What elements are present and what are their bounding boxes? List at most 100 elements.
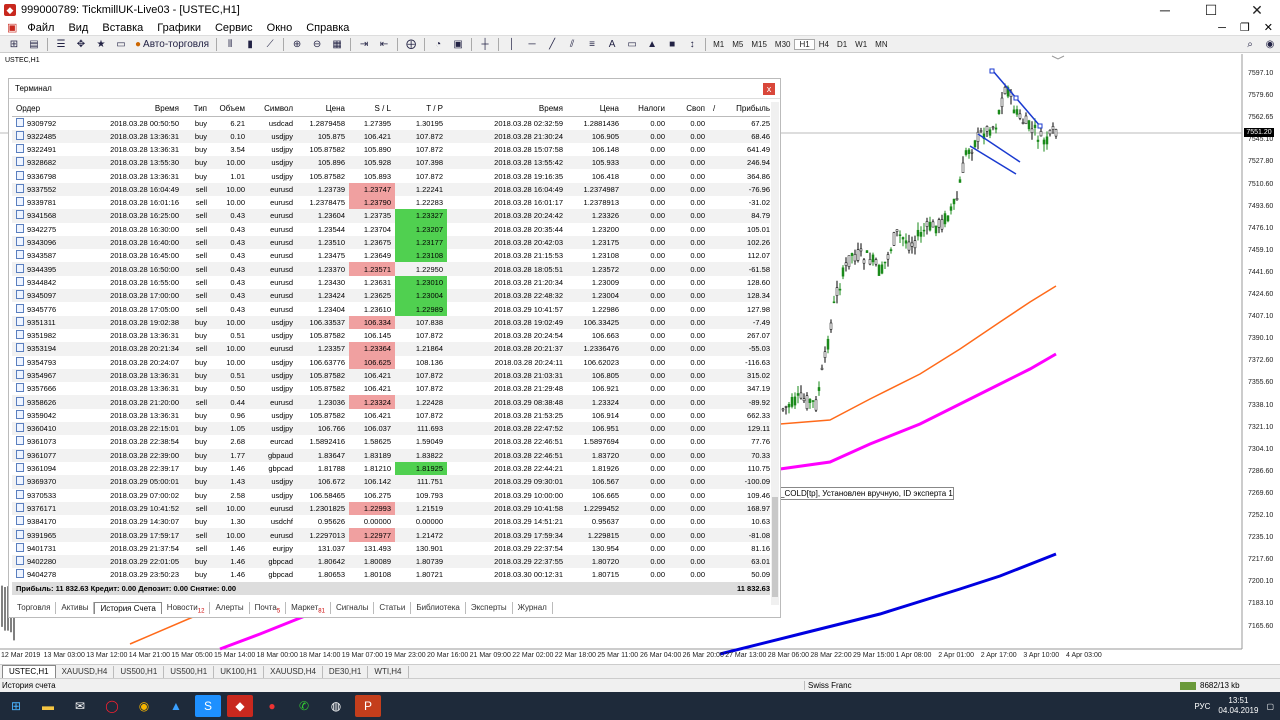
tf-m1[interactable]: M1	[709, 40, 728, 49]
horizontal-line-icon[interactable]: ─	[523, 37, 541, 51]
maximize-button[interactable]: ☐	[1188, 0, 1234, 20]
templates-icon[interactable]: ▣	[449, 37, 467, 51]
chart-tab[interactable]: XAUUSD,H4	[56, 665, 115, 678]
terminal-tab[interactable]: Активы	[56, 602, 95, 614]
column-header[interactable]: Прибыль	[719, 102, 770, 117]
column-header[interactable]: Цена	[297, 102, 349, 117]
explorer-icon[interactable]: ▬	[35, 695, 61, 717]
table-row[interactable]: 9341568 2018.03.28 16:25:00 sell 0.43 eurusd…	[12, 209, 770, 223]
tf-m15[interactable]: M15	[747, 40, 771, 49]
table-row[interactable]: 9343096 2018.03.28 16:40:00 sell 0.43 eurusd…	[12, 235, 770, 250]
table-scrollbar[interactable]	[771, 102, 779, 605]
periods-icon[interactable]: ◔	[429, 37, 447, 51]
chart-tab[interactable]: UK100,H1	[214, 665, 265, 678]
menu-window[interactable]: Окно	[260, 22, 300, 34]
tf-mn[interactable]: MN	[871, 40, 891, 49]
channel-icon[interactable]: ⫽	[563, 37, 581, 51]
navigator-icon[interactable]: ✥	[72, 37, 90, 51]
chart-tab[interactable]: US500,H1	[114, 665, 165, 678]
terminal-close-button[interactable]: x	[763, 82, 775, 95]
tf-w1[interactable]: W1	[851, 40, 871, 49]
chart-tab[interactable]: USTEC,H1	[2, 664, 56, 679]
skype-icon[interactable]: S	[195, 695, 221, 717]
terminal-tab[interactable]: История Счета	[94, 602, 162, 614]
close-button[interactable]: ✕	[1234, 0, 1280, 20]
column-header[interactable]: Ордер	[12, 102, 74, 117]
language-indicator[interactable]: РУС	[1194, 702, 1210, 711]
mdi-minimize-button[interactable]: ─	[1211, 22, 1233, 34]
table-row[interactable]: 9361077 2018.03.28 22:39:00 buy 1.77 gbpaud 1…	[12, 448, 770, 462]
terminal-tab[interactable]: Маркет81	[286, 602, 331, 615]
tf-d1[interactable]: D1	[833, 40, 851, 49]
tf-m5[interactable]: M5	[728, 40, 747, 49]
table-row[interactable]: 9384170 2018.03.29 14:30:07 buy 1.30 usdchf 0…	[12, 515, 770, 528]
arrows-icon[interactable]: ↕	[683, 37, 701, 51]
clock[interactable]: 13:51 04.04.2019	[1218, 696, 1258, 716]
label-icon[interactable]: ▭	[623, 37, 641, 51]
tf-h4[interactable]: H4	[815, 40, 833, 49]
chart-tab[interactable]: XAUUSD,H4	[264, 665, 323, 678]
zoom-in-icon[interactable]: ⊕	[288, 37, 306, 51]
table-row[interactable]: 9328682 2018.03.28 13:55:30 buy 10.00 usdjpy…	[12, 156, 770, 170]
shapes-icon[interactable]: ▲	[643, 37, 661, 51]
notifications-icon[interactable]: ▢	[1266, 702, 1274, 711]
trendline-icon[interactable]: ╱	[543, 37, 561, 51]
terminal-tab[interactable]: Журнал	[513, 602, 553, 614]
table-row[interactable]: 9361094 2018.03.28 22:39:17 buy 1.46 gbpcad 1…	[12, 461, 770, 476]
terminal-tab[interactable]: Библиотека	[411, 602, 466, 614]
column-header[interactable]: Своп	[669, 102, 709, 117]
powerpoint-icon[interactable]: P	[355, 695, 381, 717]
start-icon[interactable]: ⊞	[3, 695, 29, 717]
record-icon[interactable]: ●	[259, 695, 285, 717]
column-header[interactable]: /	[709, 102, 719, 117]
table-row[interactable]: 9358626 2018.03.28 21:20:00 sell 0.44 eurusd…	[12, 395, 770, 409]
mail-icon[interactable]: ✉	[67, 695, 93, 717]
table-row[interactable]: 9337552 2018.03.28 16:04:49 sell 10.00 eurus…	[12, 182, 770, 196]
fibo-icon[interactable]: ≡	[583, 37, 601, 51]
app-icon-a[interactable]: ▲	[163, 695, 189, 717]
chart-window-icon[interactable]: ▣	[4, 21, 20, 34]
terminal-tab[interactable]: Алерты	[210, 602, 250, 614]
search-icon[interactable]: ⌕	[1241, 37, 1259, 51]
profiles-icon[interactable]: ▤	[25, 37, 43, 51]
terminal-tab[interactable]: Почта5	[250, 602, 287, 615]
table-row[interactable]: 9404278 2018.03.29 23:50:23 buy 1.46 gbpcad 1…	[12, 568, 770, 581]
column-header[interactable]: T / P	[395, 102, 447, 117]
terminal-tab[interactable]: Статьи	[374, 602, 412, 614]
account-icon[interactable]: ◉	[1261, 37, 1279, 51]
table-row[interactable]: 9402280 2018.03.29 22:01:05 buy 1.46 gbpcad 1…	[12, 555, 770, 569]
menu-file[interactable]: Файл	[20, 22, 61, 34]
terminal-tab[interactable]: Эксперты	[466, 602, 513, 614]
autoscroll-icon[interactable]: ⇥	[355, 37, 373, 51]
mdi-restore-button[interactable]: ❐	[1233, 21, 1257, 34]
terminal-icon[interactable]: ▭	[112, 37, 130, 51]
table-row[interactable]: 9354793 2018.03.28 20:24:07 buy 10.00 usdjpy…	[12, 355, 770, 369]
column-header[interactable]: Цена	[567, 102, 623, 117]
table-row[interactable]: 9351982 2018.03.28 13:36:31 buy 0.51 usdjpy 1…	[12, 329, 770, 342]
chart-tab[interactable]: WTI,H4	[368, 665, 409, 678]
chart-shift-icon[interactable]: ⇤	[375, 37, 393, 51]
column-header[interactable]: Объем	[211, 102, 249, 117]
zoom-out-icon[interactable]: ⊖	[308, 37, 326, 51]
menu-tools[interactable]: Сервис	[208, 22, 260, 34]
chrome-icon[interactable]: ◉	[131, 695, 157, 717]
tile-icon[interactable]: ▦	[328, 37, 346, 51]
table-row[interactable]: 9345776 2018.03.28 17:05:00 sell 0.43 eurusd…	[12, 302, 770, 316]
table-row[interactable]: 9342275 2018.03.28 16:30:00 sell 0.43 eurusd…	[12, 222, 770, 236]
terminal-tab[interactable]: Торговля	[12, 602, 57, 614]
table-row[interactable]: 9391965 2018.03.29 17:59:17 sell 10.00 eurus…	[12, 528, 770, 542]
crosshair-icon[interactable]: ┼	[476, 37, 494, 51]
table-row[interactable]: 9370533 2018.03.29 07:00:02 buy 2.58 usdjpy 1…	[12, 489, 770, 502]
indicators-icon[interactable]: ⨁	[402, 37, 420, 51]
table-row[interactable]: 9361073 2018.03.28 22:38:54 buy 2.68 eurcad 1…	[12, 435, 770, 448]
table-row[interactable]: 9359042 2018.03.28 13:36:31 buy 0.96 usdjpy 1…	[12, 409, 770, 422]
rectangle-icon[interactable]: ■	[663, 37, 681, 51]
table-row[interactable]: 9344395 2018.03.28 16:50:00 sell 0.43 eurusd…	[12, 262, 770, 276]
table-row[interactable]: 9345097 2018.03.28 17:00:00 sell 0.43 eurusd…	[12, 289, 770, 303]
scrollbar-thumb[interactable]	[772, 497, 778, 597]
favorites-icon[interactable]: ★	[92, 37, 110, 51]
table-row[interactable]: 9401731 2018.03.29 21:37:54 sell 1.46 eurjpy…	[12, 542, 770, 555]
line-chart-icon[interactable]: ⟋	[261, 37, 279, 51]
table-row[interactable]: 9322491 2018.03.28 13:36:31 buy 3.54 usdjpy 1…	[12, 143, 770, 156]
table-row[interactable]: 9339781 2018.03.28 16:01:16 sell 10.00 eurus…	[12, 195, 770, 210]
